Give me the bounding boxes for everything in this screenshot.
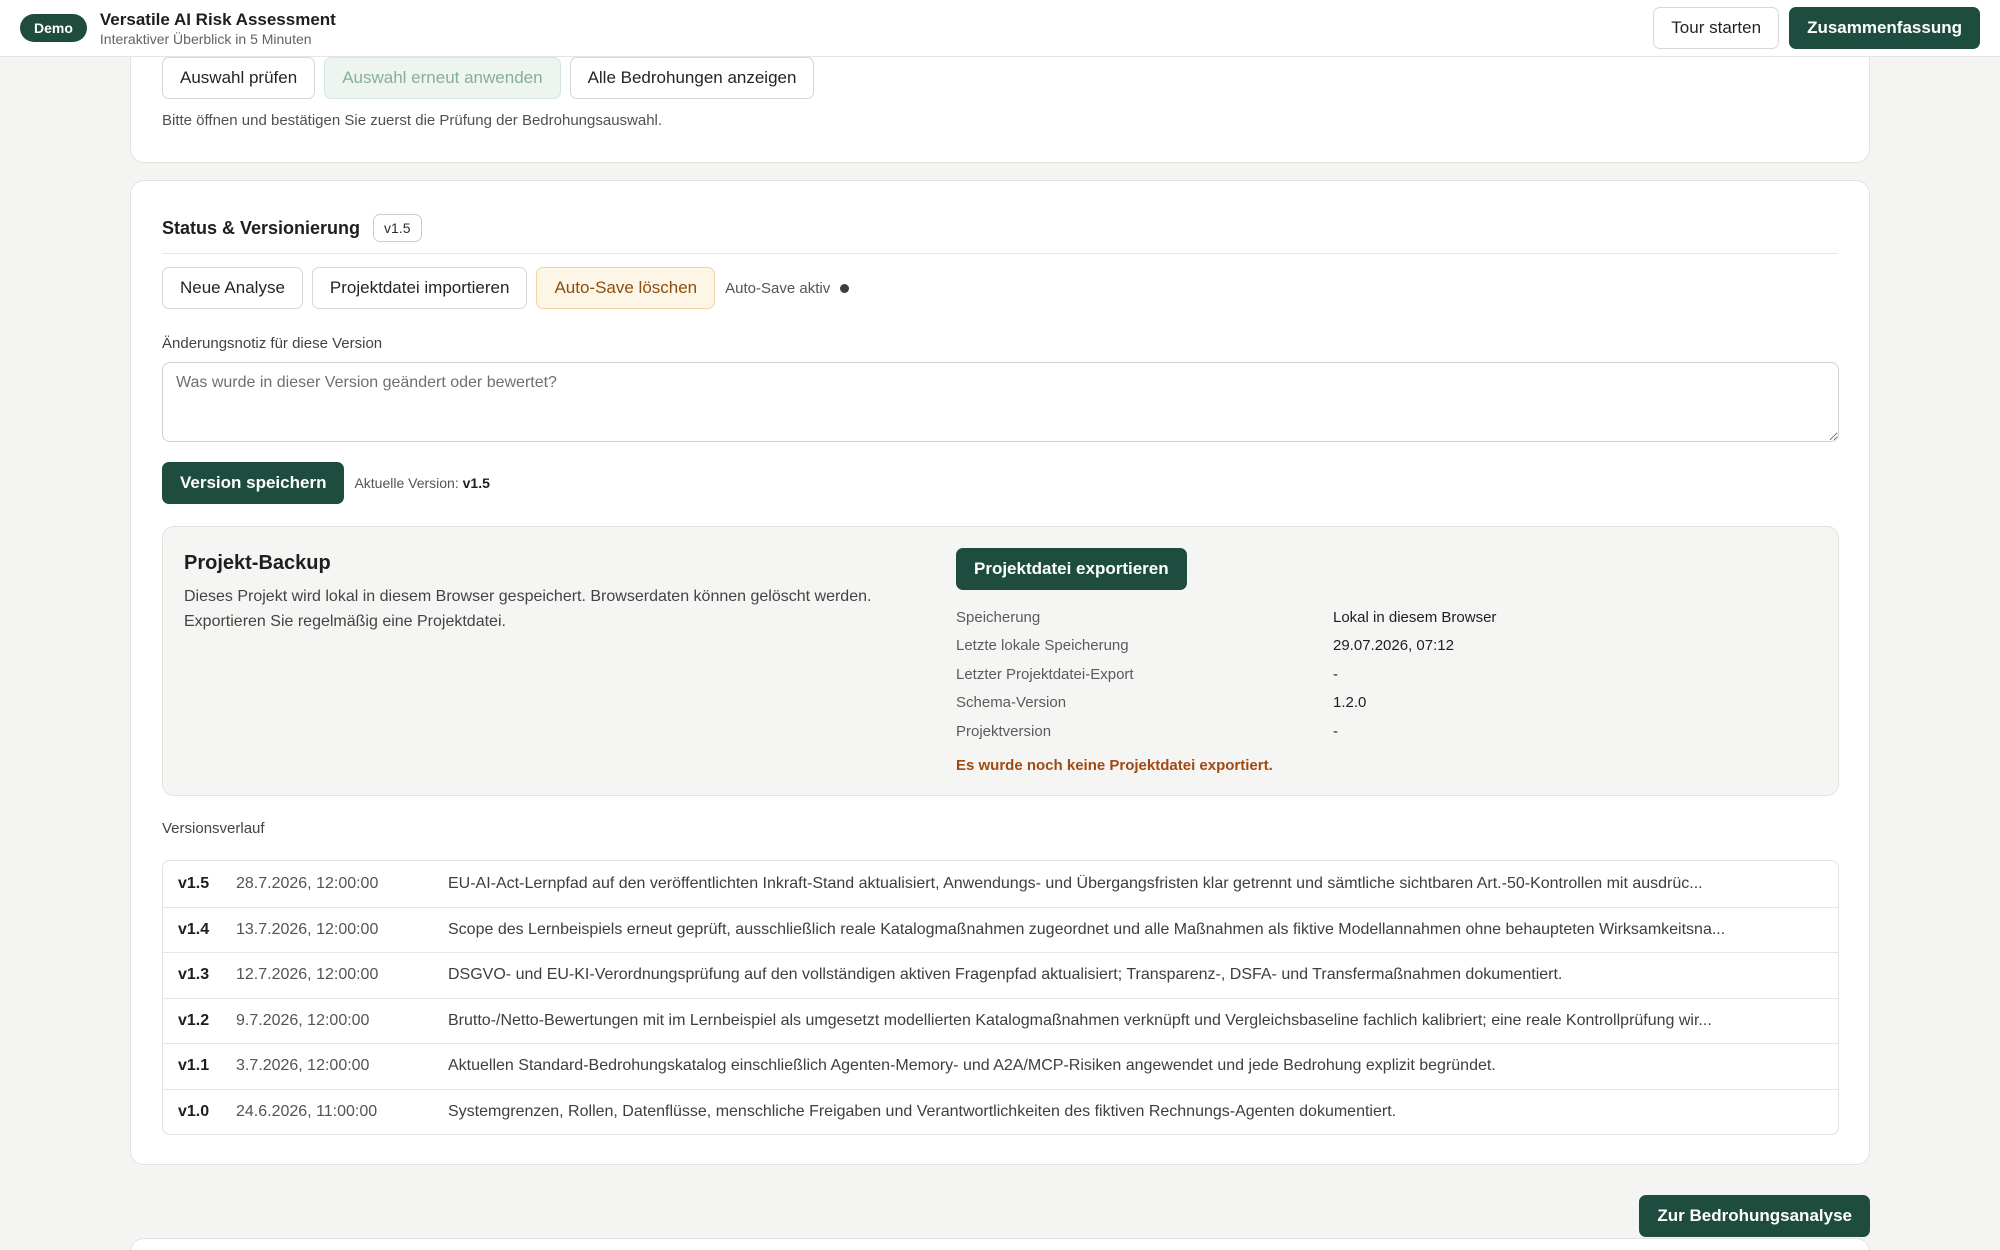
reapply-selection-button[interactable]: Auswahl erneut anwenden (324, 57, 561, 99)
table-row[interactable]: v1.0 24.6.2026, 11:00:00 Systemgrenzen, … (163, 1088, 1838, 1135)
export-project-button[interactable]: Projektdatei exportieren (956, 548, 1187, 590)
selection-hint: Bitte öffnen und bestätigen Sie zuerst d… (162, 112, 663, 129)
current-version: Aktuelle Version: v1.5 (354, 475, 489, 491)
version-chip: v1.5 (373, 214, 422, 242)
history-version: v1.5 (178, 874, 210, 892)
import-project-button[interactable]: Projektdatei importieren (311, 267, 528, 309)
history-text: Systemgrenzen, Rollen, Datenflüsse, mens… (448, 1102, 1397, 1120)
table-row[interactable]: v1.1 3.7.2026, 12:00:00 Aktuellen Standa… (163, 1043, 1838, 1089)
table-row[interactable]: v1.2 9.7.2026, 12:00:00 Brutto-/Netto-Be… (163, 997, 1838, 1044)
new-analysis-button[interactable]: Neue Analyse (162, 267, 303, 309)
table-row[interactable]: v1.3 12.7.2026, 12:00:00 DSGVO- und EU-K… (163, 952, 1838, 998)
meta-value: - (1333, 665, 1338, 683)
current-version-label: Aktuelle Version: (354, 475, 459, 491)
table-row[interactable]: v1.5 28.7.2026, 12:00:00 EU-AI-Act-Lernp… (163, 861, 1838, 907)
history-date: 9.7.2026, 12:00:00 (236, 1011, 370, 1029)
history-text: DSGVO- und EU-KI-Verordnungsprüfung auf … (448, 966, 1563, 984)
history-version: v1.4 (178, 920, 210, 938)
history-date: 28.7.2026, 12:00:00 (236, 874, 379, 892)
autosave-status-text: Auto-Save aktiv (725, 279, 831, 297)
backup-meta-row: Letzte lokale Speicherung 29.07.2026, 07… (956, 632, 1816, 661)
change-note-label: Änderungsnotiz für diese Version (162, 335, 383, 352)
history-text: Scope des Lernbeispiels erneut geprüft, … (448, 920, 1726, 938)
history-text: EU-AI-Act-Lernpfad auf den veröffentlich… (448, 874, 1703, 892)
history-version: v1.1 (178, 1057, 210, 1075)
version-history-label: Versionsverlauf (162, 820, 265, 837)
brand: Versatile AI Risk Assessment Interaktive… (100, 10, 336, 47)
summary-button[interactable]: Zusammenfassung (1789, 7, 1980, 49)
app-subtitle: Interaktiver Überblick in 5 Minuten (99, 30, 312, 47)
current-version-value: v1.5 (462, 475, 490, 491)
section-title: Status & Versionierung (162, 217, 361, 238)
demo-badge: Demo (20, 14, 87, 42)
to-threat-analysis-button[interactable]: Zur Bedrohungsanalyse (1639, 1195, 1870, 1237)
meta-value: 1.2.0 (1333, 694, 1367, 712)
app-title: Versatile AI Risk Assessment (99, 9, 336, 29)
backup-meta-row: Speicherung Lokal in diesem Browser (956, 603, 1816, 632)
meta-value: Lokal in diesem Browser (1333, 608, 1497, 626)
backup-warning: Es wurde noch keine Projektdatei exporti… (956, 757, 1273, 774)
show-all-threats-button[interactable]: Alle Bedrohungen anzeigen (569, 57, 815, 99)
selection-actions: Auswahl prüfen Auswahl erneut anwenden A… (162, 57, 815, 99)
top-bar: Demo Versatile AI Risk Assessment Intera… (0, 0, 2000, 57)
backup-meta-row: Schema-Version 1.2.0 (956, 689, 1816, 718)
history-version: v1.3 (178, 966, 210, 984)
project-backup-panel: Projekt-Backup Dieses Projekt wird lokal… (162, 526, 1839, 796)
tour-start-button[interactable]: Tour starten (1653, 7, 1780, 49)
meta-key: Letzter Projektdatei-Export (956, 665, 1134, 683)
autosave-dot-icon (840, 283, 850, 293)
history-date: 3.7.2026, 12:00:00 (236, 1057, 370, 1075)
save-row: Version speichern Aktuelle Version: v1.5 (162, 462, 490, 504)
table-row[interactable]: v1.4 13.7.2026, 12:00:00 Scope des Lernb… (163, 906, 1838, 953)
section-divider (162, 253, 1838, 254)
change-note-input[interactable] (162, 362, 1839, 442)
version-history-table: v1.5 28.7.2026, 12:00:00 EU-AI-Act-Lernp… (162, 860, 1839, 1135)
meta-key: Speicherung (956, 608, 1041, 626)
meta-value: - (1333, 722, 1338, 740)
backup-meta-list: Speicherung Lokal in diesem Browser Letz… (956, 603, 1816, 746)
history-date: 13.7.2026, 12:00:00 (236, 920, 379, 938)
meta-value: 29.07.2026, 07:12 (1333, 637, 1454, 655)
history-text: Aktuellen Standard-Bedrohungskatalog ein… (448, 1057, 1496, 1075)
autosave-status: Auto-Save aktiv (725, 279, 850, 297)
next-section-card (130, 1238, 1870, 1250)
history-version: v1.0 (178, 1102, 210, 1120)
history-date: 12.7.2026, 12:00:00 (236, 966, 379, 984)
backup-meta-row: Projektversion - (956, 717, 1816, 746)
meta-key: Schema-Version (956, 694, 1067, 712)
backup-title: Projekt-Backup (184, 552, 331, 574)
status-actions: Neue Analyse Projektdatei importieren Au… (162, 267, 850, 309)
backup-meta-row: Letzter Projektdatei-Export - (956, 660, 1816, 689)
backup-description: Dieses Projekt wird lokal in diesem Brow… (184, 588, 872, 630)
history-version: v1.2 (178, 1011, 210, 1029)
status-versioning-card: Status & Versionierung v1.5 Neue Analyse… (130, 180, 1870, 1165)
backup-export: Projektdatei exportieren (956, 548, 1187, 590)
history-date: 24.6.2026, 11:00:00 (236, 1102, 378, 1120)
meta-key: Projektversion (956, 722, 1052, 740)
save-version-button[interactable]: Version speichern (162, 462, 345, 504)
meta-key: Letzte lokale Speicherung (956, 637, 1129, 655)
top-actions: Tour starten Zusammenfassung (1653, 7, 1980, 49)
clear-autosave-button[interactable]: Auto-Save löschen (536, 267, 716, 309)
check-selection-button[interactable]: Auswahl prüfen (162, 57, 316, 99)
history-text: Brutto-/Netto-Bewertungen mit im Lernbei… (448, 1011, 1712, 1029)
section-header: Status & Versionierung v1.5 (162, 214, 422, 242)
